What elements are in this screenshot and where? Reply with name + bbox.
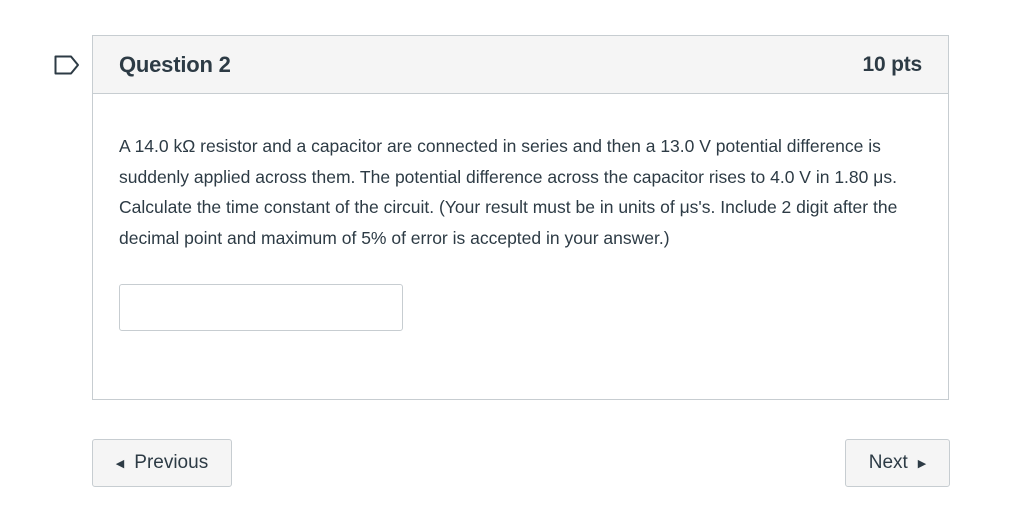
answer-input[interactable] <box>119 284 403 331</box>
caret-left-icon: ◀ <box>115 457 125 470</box>
caret-right-icon: ▶ <box>917 457 927 470</box>
flag-question-icon[interactable] <box>54 55 80 75</box>
question-body: A 14.0 kΩ resistor and a capacitor are c… <box>93 94 948 331</box>
previous-button-label: Previous <box>134 452 209 473</box>
next-button-label: Next <box>868 452 908 473</box>
question-header: Question 2 10 pts <box>93 36 948 94</box>
question-card: Question 2 10 pts A 14.0 kΩ resistor and… <box>92 35 949 400</box>
previous-button[interactable]: ◀ Previous <box>92 439 232 487</box>
question-text: A 14.0 kΩ resistor and a capacitor are c… <box>119 136 898 248</box>
question-title: Question 2 <box>119 51 231 77</box>
question-points: 10 pts <box>862 52 923 76</box>
next-button[interactable]: Next ▶ <box>845 439 950 487</box>
